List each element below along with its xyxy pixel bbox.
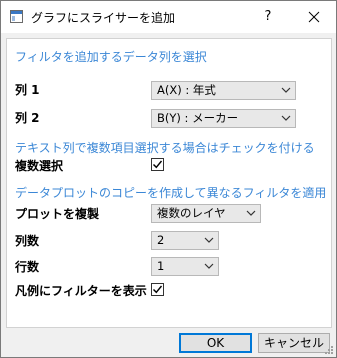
columns-value: 2 xyxy=(157,233,165,247)
copy-plot-select[interactable]: 複数のレイヤ xyxy=(151,204,261,223)
copy-plot-label: プロットを複製 xyxy=(15,207,100,221)
section-heading-multi-select: テキスト列で複数項目選択する場合はチェックを付ける xyxy=(15,141,315,155)
multi-select-label: 複数選択 xyxy=(15,159,64,173)
app-icon xyxy=(10,10,23,23)
chevron-down-icon xyxy=(204,263,214,269)
window-title: グラフにスライサーを追加 xyxy=(31,11,176,25)
check-icon xyxy=(153,285,163,294)
section-heading-copy-plot: データプロットのコピーを作成して異なるフィルタを適用 xyxy=(15,186,327,200)
rows-label: 行数 xyxy=(15,260,40,274)
columns-select[interactable]: 2 xyxy=(151,231,219,250)
rows-value: 1 xyxy=(157,259,165,273)
column-2-label: 列 2 xyxy=(15,111,40,125)
title-bar[interactable]: グラフにスライサーを追加 ? xyxy=(1,1,336,33)
legend-filter-checkbox[interactable] xyxy=(151,283,164,296)
multi-select-checkbox[interactable] xyxy=(151,158,164,171)
column-1-label: 列 1 xyxy=(15,83,40,97)
column-1-value: A(X) : 年式 xyxy=(157,83,216,97)
close-icon[interactable] xyxy=(301,6,327,28)
column-1-select[interactable]: A(X) : 年式 xyxy=(151,81,296,100)
legend-filter-label: 凡例にフィルターを表示 xyxy=(15,284,147,298)
check-icon xyxy=(153,160,163,169)
column-2-value: B(Y) : メーカー xyxy=(157,111,239,125)
help-button[interactable]: ? xyxy=(259,7,277,27)
chevron-down-icon xyxy=(246,210,256,216)
column-2-select[interactable]: B(Y) : メーカー xyxy=(151,109,296,128)
dialog-window: グラフにスライサーを追加 ? フィルタを追加するデータ列を選択 列 1 A(X)… xyxy=(0,0,337,358)
rows-select[interactable]: 1 xyxy=(151,257,219,276)
copy-plot-value: 複数のレイヤ xyxy=(157,206,226,220)
section-heading-columns: フィルタを追加するデータ列を選択 xyxy=(15,50,207,64)
chevron-down-icon xyxy=(281,87,291,93)
ok-button[interactable]: OK xyxy=(179,333,252,353)
columns-label: 列数 xyxy=(15,234,40,248)
chevron-down-icon xyxy=(204,237,214,243)
resize-grip-icon[interactable] xyxy=(324,345,334,355)
chevron-down-icon xyxy=(281,115,291,121)
dialog-content: フィルタを追加するデータ列を選択 列 1 A(X) : 年式 列 2 B(Y) … xyxy=(6,38,332,328)
cancel-button[interactable]: キャンセル xyxy=(258,333,330,353)
